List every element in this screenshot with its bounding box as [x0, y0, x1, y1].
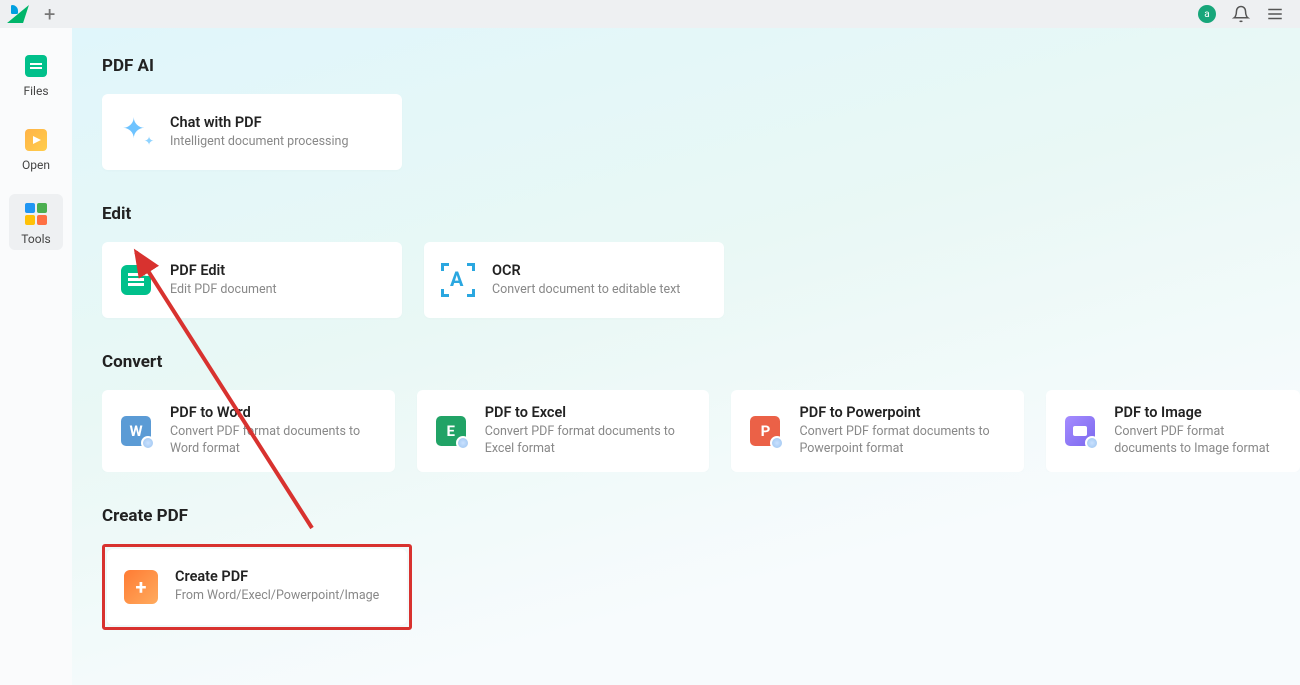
card-subtitle: Convert PDF format documents to Word for… [170, 424, 379, 458]
create-plus-icon [124, 570, 158, 604]
card-title: OCR [492, 262, 680, 279]
card-title: PDF to Powerpoint [799, 404, 1008, 421]
new-tab-button[interactable]: + [44, 4, 55, 24]
card-title: PDF to Excel [485, 404, 694, 421]
main-panel: PDF AI Chat with PDF Intelligent documen… [72, 28, 1300, 685]
card-pdf-to-powerpoint[interactable]: P PDF to Powerpoint Convert PDF format d… [731, 390, 1024, 472]
card-pdf-to-excel[interactable]: E PDF to Excel Convert PDF format docume… [417, 390, 710, 472]
ocr-icon: A [441, 263, 475, 297]
excel-icon: E [436, 416, 466, 446]
powerpoint-icon: P [750, 416, 780, 446]
sidebar-item-label: Tools [21, 232, 50, 246]
sidebar-item-files[interactable]: Files [9, 46, 63, 102]
tools-icon [25, 203, 47, 225]
section-heading: Edit [102, 204, 1300, 224]
sidebar-item-tools[interactable]: Tools [9, 194, 63, 250]
card-subtitle: Convert PDF format documents to Excel fo… [485, 424, 694, 458]
card-create-pdf[interactable]: Create PDF From Word/Execl/Powerpoint/Im… [107, 549, 407, 625]
card-subtitle: Convert PDF format documents to Powerpoi… [799, 424, 1008, 458]
sidebar-item-open[interactable]: Open [9, 120, 63, 176]
card-pdf-edit[interactable]: PDF Edit Edit PDF document [102, 242, 402, 318]
section-heading: PDF AI [102, 56, 1300, 76]
hamburger-menu-icon[interactable] [1266, 5, 1284, 23]
card-title: PDF to Image [1114, 404, 1284, 421]
section-pdf-ai: PDF AI Chat with PDF Intelligent documen… [102, 56, 1300, 170]
card-subtitle: Convert PDF format documents to Image fo… [1114, 424, 1284, 458]
card-subtitle: Edit PDF document [170, 282, 277, 299]
section-heading: Convert [102, 352, 1300, 372]
notifications-icon[interactable] [1232, 5, 1250, 23]
card-subtitle: From Word/Execl/Powerpoint/Image [175, 588, 379, 605]
card-title: PDF Edit [170, 262, 277, 279]
card-pdf-to-image[interactable]: PDF to Image Convert PDF format document… [1046, 390, 1300, 472]
app-logo-icon [8, 3, 30, 25]
section-convert: Convert W PDF to Word Convert PDF format… [102, 352, 1300, 472]
sidebar: Files Open Tools [0, 28, 72, 685]
annotation-highlight: Create PDF From Word/Execl/Powerpoint/Im… [102, 544, 412, 630]
open-icon [25, 129, 47, 151]
edit-document-icon [121, 265, 151, 295]
word-icon: W [121, 416, 151, 446]
avatar-badge[interactable]: a [1198, 5, 1216, 23]
titlebar: + a [0, 0, 1300, 28]
card-title: Create PDF [175, 568, 379, 585]
files-icon [25, 55, 47, 77]
section-heading: Create PDF [102, 506, 1300, 526]
card-chat-with-pdf[interactable]: Chat with PDF Intelligent document proce… [102, 94, 402, 170]
sidebar-item-label: Files [23, 84, 48, 98]
section-create-pdf: Create PDF Create PDF From Word/Execl/Po… [102, 506, 1300, 630]
sparkle-icon [118, 114, 154, 150]
card-subtitle: Convert document to editable text [492, 282, 680, 299]
sidebar-item-label: Open [22, 158, 50, 172]
section-edit: Edit PDF Edit Edit PDF document A [102, 204, 1300, 318]
card-ocr[interactable]: A OCR Convert document to editable text [424, 242, 724, 318]
card-subtitle: Intelligent document processing [170, 134, 348, 151]
card-title: Chat with PDF [170, 114, 348, 131]
image-icon [1065, 416, 1095, 446]
card-pdf-to-word[interactable]: W PDF to Word Convert PDF format documen… [102, 390, 395, 472]
card-title: PDF to Word [170, 404, 379, 421]
